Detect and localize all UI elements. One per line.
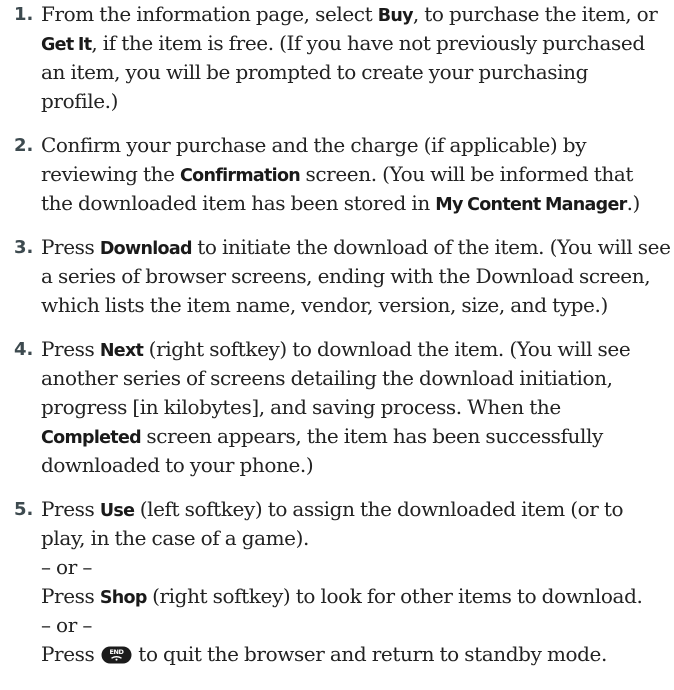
step-line: an item, you will be prompted to create … [41,58,588,87]
step-number: 5. [14,499,34,520]
step-text: another series of screens detailing the … [41,366,613,390]
step-line: Get It, if the item is free. (If you hav… [41,29,645,60]
step-number: 1. [14,4,34,25]
step-number: 2. [14,135,34,156]
step-5: 5. Press Use (left softkey) to assign th… [0,495,674,669]
use-term: Use [99,501,135,521]
step-text: screen appears, the item has been succes… [140,424,603,448]
step-text: From the information page, select [41,2,378,26]
step-text: an item, you will be prompted to create … [41,60,588,84]
get-it-term: Get It [41,35,92,55]
step-line: From the information page, select Buy, t… [41,0,658,31]
completed-term: Completed [41,428,142,448]
step-line: another series of screens detailing the … [41,364,613,393]
step-number: 3. [14,237,34,258]
step-text: Confirm your purchase and the charge (if… [41,133,587,157]
end-key-icon: END [101,646,132,664]
step-line: profile.) [41,87,118,116]
step-line: reviewing the Confirmation screen. (You … [41,160,633,191]
step-text: (left softkey) to assign the downloaded … [134,497,624,521]
step-text: (right softkey) to look for other items … [146,584,643,608]
step-text: – or – [41,555,92,579]
shop-term: Shop [99,588,148,608]
step-line: a series of browser screens, ending with… [41,262,651,291]
step-4: 4. Press Next (right softkey) to downloa… [0,335,674,480]
step-line: Completed screen appears, the item has b… [41,422,603,453]
step-2: 2. Confirm your purchase and the charge … [0,131,674,218]
step-text: , if the item is free. (If you have not … [91,31,645,55]
download-term: Download [99,239,193,259]
step-line: Press Download to initiate the download … [41,233,671,264]
step-line: downloaded to your phone.) [41,451,314,480]
step-line: Confirm your purchase and the charge (if… [41,131,587,160]
or-separator: – or – [41,553,92,582]
step-text: downloaded to your phone.) [41,453,314,477]
step-line: Press END to quit the browser and return… [41,640,607,669]
step-text: Press [41,642,100,666]
next-term: Next [99,341,144,361]
step-text: to initiate the download of the item. (Y… [191,235,671,259]
step-text: Press [41,497,100,521]
step-1: 1. From the information page, select Buy… [0,0,674,116]
step-line: Press Shop (right softkey) to look for o… [41,582,643,613]
step-line: which lists the item name, vendor, versi… [41,291,608,320]
or-separator: – or – [41,611,92,640]
step-line: Press Next (right softkey) to download t… [41,335,631,366]
step-text: a series of browser screens, ending with… [41,264,651,288]
step-text: , to purchase the item, or [412,2,658,26]
step-text: reviewing the [41,162,180,186]
step-line: the downloaded item has been stored in M… [41,189,640,220]
step-text: – or – [41,613,92,637]
step-text: to quit the browser and return to standb… [132,642,607,666]
buy-term: Buy [377,6,414,26]
step-text: progress [in kilobytes], and saving proc… [41,395,561,419]
step-line: play, in the case of a game). [41,524,309,553]
step-text: screen. (You will be informed that [300,162,634,186]
step-text: profile.) [41,89,118,113]
end-key-label: END [109,648,124,656]
step-text: (right softkey) to download the item. (Y… [143,337,631,361]
step-line: progress [in kilobytes], and saving proc… [41,393,561,422]
step-3: 3. Press Download to initiate the downlo… [0,233,674,320]
step-text: Press [41,584,100,608]
step-text: .) [626,191,641,215]
step-line: Press Use (left softkey) to assign the d… [41,495,624,526]
step-number: 4. [14,339,34,360]
step-text: Press [41,235,100,259]
step-text: which lists the item name, vendor, versi… [41,293,608,317]
my-content-manager-term: My Content Manager [435,195,627,215]
step-text: Press [41,337,100,361]
instruction-page: 1. From the information page, select Buy… [0,0,674,690]
confirmation-term: Confirmation [180,166,301,186]
step-text: play, in the case of a game). [41,526,309,550]
step-text: the downloaded item has been stored in [41,191,436,215]
